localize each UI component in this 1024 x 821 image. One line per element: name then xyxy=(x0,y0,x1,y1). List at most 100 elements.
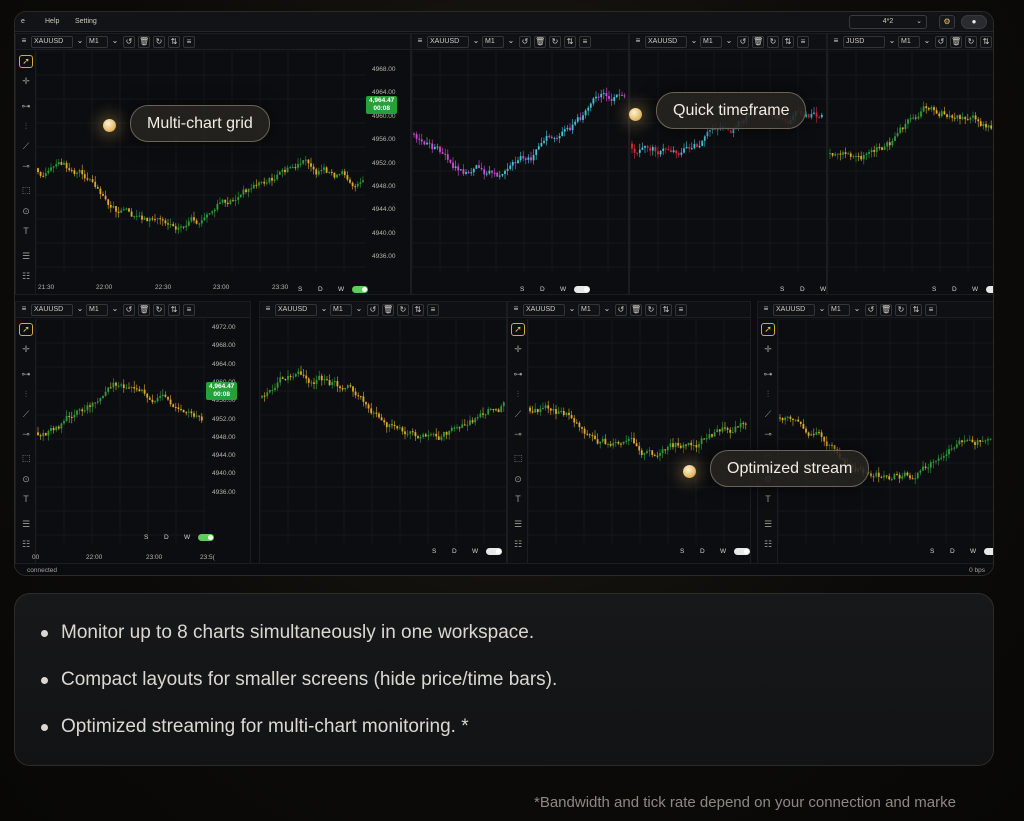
menu-item-file[interactable]: e xyxy=(21,18,25,25)
chevron-down-icon[interactable]: ⌄ xyxy=(566,304,578,316)
list-icon[interactable]: ≡ xyxy=(183,304,195,316)
hamburger-icon[interactable]: ≡ xyxy=(830,36,842,48)
refresh-icon[interactable]: ↻ xyxy=(397,304,409,316)
chart-pane-7[interactable]: ≡ XAUUSD ⌄ M1 ⌄ ↺ 🗑 ↻ ⇅ ≡ ➚ ✛ ⊶ ⫶ ⟋ ⊸ ⬚ ⊙ T ☰ ☷ S D W xyxy=(507,301,751,565)
period-button-d[interactable]: D xyxy=(452,548,457,555)
measure-icon[interactable]: ☷ xyxy=(19,538,33,551)
list-icon[interactable]: ≡ xyxy=(427,304,439,316)
crosshair-icon[interactable]: ✛ xyxy=(511,343,525,356)
vline-icon[interactable]: ⫶ xyxy=(19,388,33,401)
candlestick-chart[interactable] xyxy=(260,319,506,543)
symbol-select[interactable]: XAUUSD xyxy=(523,304,565,316)
fib-icon[interactable]: ☰ xyxy=(19,250,33,263)
circle-icon[interactable]: ⊙ xyxy=(19,205,33,218)
period-button-w[interactable]: W xyxy=(472,548,478,555)
period-button-s[interactable]: S xyxy=(432,548,436,555)
swap-icon[interactable]: ⇅ xyxy=(168,36,180,48)
candlestick-chart[interactable] xyxy=(778,319,994,543)
refresh-icon[interactable]: ↻ xyxy=(153,304,165,316)
period-button-s[interactable]: S xyxy=(298,286,302,293)
period-button-d[interactable]: D xyxy=(800,286,805,293)
toggle-icon[interactable] xyxy=(486,548,502,555)
fib-icon[interactable]: ☰ xyxy=(761,518,775,531)
trash-icon[interactable]: 🗑 xyxy=(138,304,150,316)
swap-icon[interactable]: ⇅ xyxy=(660,304,672,316)
hamburger-icon[interactable]: ≡ xyxy=(18,304,30,316)
chart-pane-2[interactable]: ≡ XAUUSD ⌄ M1 ⌄ ↺ 🗑 ↻ ⇅ ≡ S D W xyxy=(411,33,629,295)
hamburger-icon[interactable]: ≡ xyxy=(632,36,644,48)
trendline-icon[interactable]: ⟋ xyxy=(19,140,33,153)
symbol-select[interactable]: XAUUSD xyxy=(31,304,73,316)
trash-icon[interactable]: 🗑 xyxy=(950,36,962,48)
ray-icon[interactable]: ⊸ xyxy=(19,160,33,173)
chevron-down-icon[interactable]: ⌄ xyxy=(601,304,613,316)
rect-icon[interactable]: ⬚ xyxy=(19,452,33,465)
chevron-down-icon[interactable]: ⌄ xyxy=(851,304,863,316)
timeframe-select[interactable]: M1 xyxy=(330,304,352,316)
hamburger-icon[interactable]: ≡ xyxy=(510,304,522,316)
swap-icon[interactable]: ⇅ xyxy=(910,304,922,316)
measure-icon[interactable]: ☷ xyxy=(511,538,525,551)
list-icon[interactable]: ≡ xyxy=(675,304,687,316)
undo-icon[interactable]: ↺ xyxy=(935,36,947,48)
timeframe-select[interactable]: M1 xyxy=(898,36,920,48)
circle-icon[interactable]: ⊙ xyxy=(19,473,33,486)
undo-icon[interactable]: ↺ xyxy=(123,304,135,316)
period-button-s[interactable]: S xyxy=(680,548,684,555)
period-button-s[interactable]: S xyxy=(520,286,524,293)
rect-icon[interactable]: ⬚ xyxy=(19,184,33,197)
trash-icon[interactable]: 🗑 xyxy=(534,36,546,48)
list-icon[interactable]: ≡ xyxy=(183,36,195,48)
rect-icon[interactable]: ⬚ xyxy=(511,452,525,465)
hamburger-icon[interactable]: ≡ xyxy=(414,36,426,48)
chevron-down-icon[interactable]: ⌄ xyxy=(886,36,898,48)
refresh-icon[interactable]: ↻ xyxy=(153,36,165,48)
toggle-icon[interactable] xyxy=(198,534,214,541)
refresh-icon[interactable]: ↻ xyxy=(895,304,907,316)
chevron-down-icon[interactable]: ⌄ xyxy=(318,304,330,316)
hline-icon[interactable]: ⊶ xyxy=(761,368,775,381)
undo-icon[interactable]: ↺ xyxy=(519,36,531,48)
hline-icon[interactable]: ⊶ xyxy=(19,100,33,113)
toggle-icon[interactable] xyxy=(352,286,368,293)
swap-icon[interactable]: ⇅ xyxy=(168,304,180,316)
timeframe-select[interactable]: M1 xyxy=(482,36,504,48)
trash-icon[interactable]: 🗑 xyxy=(880,304,892,316)
candlestick-chart[interactable] xyxy=(412,51,628,273)
trash-icon[interactable]: 🗑 xyxy=(752,36,764,48)
measure-icon[interactable]: ☷ xyxy=(19,270,33,283)
trendline-icon[interactable]: ⟋ xyxy=(511,408,525,421)
swap-icon[interactable]: ⇅ xyxy=(412,304,424,316)
candlestick-chart[interactable] xyxy=(528,319,750,543)
chart-pane-3[interactable]: ≡ XAUUSD ⌄ M1 ⌄ ↺ 🗑 ↻ ⇅ ≡ S D W xyxy=(629,33,850,295)
chart-pane-1[interactable]: ≡ XAUUSD ⌄ M1 ⌄ ↺ 🗑 ↻ ⇅ ≡ ➚ ✛ ⊶ ⫶ ⟋ ⊸ ⬚ ⊙ T ☰ ☷ 4968.00 4964.0… xyxy=(15,33,411,295)
cursor-icon[interactable]: ➚ xyxy=(511,323,525,336)
list-icon[interactable]: ≡ xyxy=(925,304,937,316)
period-button-s[interactable]: S xyxy=(930,548,934,555)
toggle-icon[interactable] xyxy=(574,286,590,293)
period-button-d[interactable]: D xyxy=(952,286,957,293)
chart-pane-8[interactable]: ≡XAUUSD⌄M1⌄↺🗑↻⇅≡➚✛⊶⫶⟋⊸⬚⊙T☰☷SDW xyxy=(757,301,994,565)
ray-icon[interactable]: ⊸ xyxy=(511,428,525,441)
menu-item-setting[interactable]: Setting xyxy=(75,18,97,25)
timeframe-select[interactable]: M1 xyxy=(86,304,108,316)
hline-icon[interactable]: ⊶ xyxy=(19,368,33,381)
chevron-down-icon[interactable]: ⌄ xyxy=(74,304,86,316)
gear-icon[interactable]: ⚙ xyxy=(939,15,955,29)
cursor-icon[interactable]: ➚ xyxy=(19,55,33,68)
symbol-select[interactable]: XAUUSD xyxy=(645,36,687,48)
period-button-s[interactable]: S xyxy=(780,286,784,293)
hline-icon[interactable]: ⊶ xyxy=(511,368,525,381)
circle-icon[interactable]: ⊙ xyxy=(511,473,525,486)
undo-icon[interactable]: ↺ xyxy=(737,36,749,48)
text-icon[interactable]: T xyxy=(761,493,775,506)
chart-pane-4[interactable]: ≡JUSD⌄M1⌄↺🗑↻⇅≡SDW xyxy=(827,33,993,295)
chevron-down-icon[interactable]: ⌄ xyxy=(353,304,365,316)
period-button-d[interactable]: D xyxy=(540,286,545,293)
refresh-icon[interactable]: ↻ xyxy=(645,304,657,316)
period-button-w[interactable]: W xyxy=(338,286,344,293)
layout-select[interactable]: 4*2 ⌄ xyxy=(849,15,927,29)
swap-icon[interactable]: ⇅ xyxy=(980,36,992,48)
trash-icon[interactable]: 🗑 xyxy=(138,36,150,48)
refresh-icon[interactable]: ↻ xyxy=(965,36,977,48)
